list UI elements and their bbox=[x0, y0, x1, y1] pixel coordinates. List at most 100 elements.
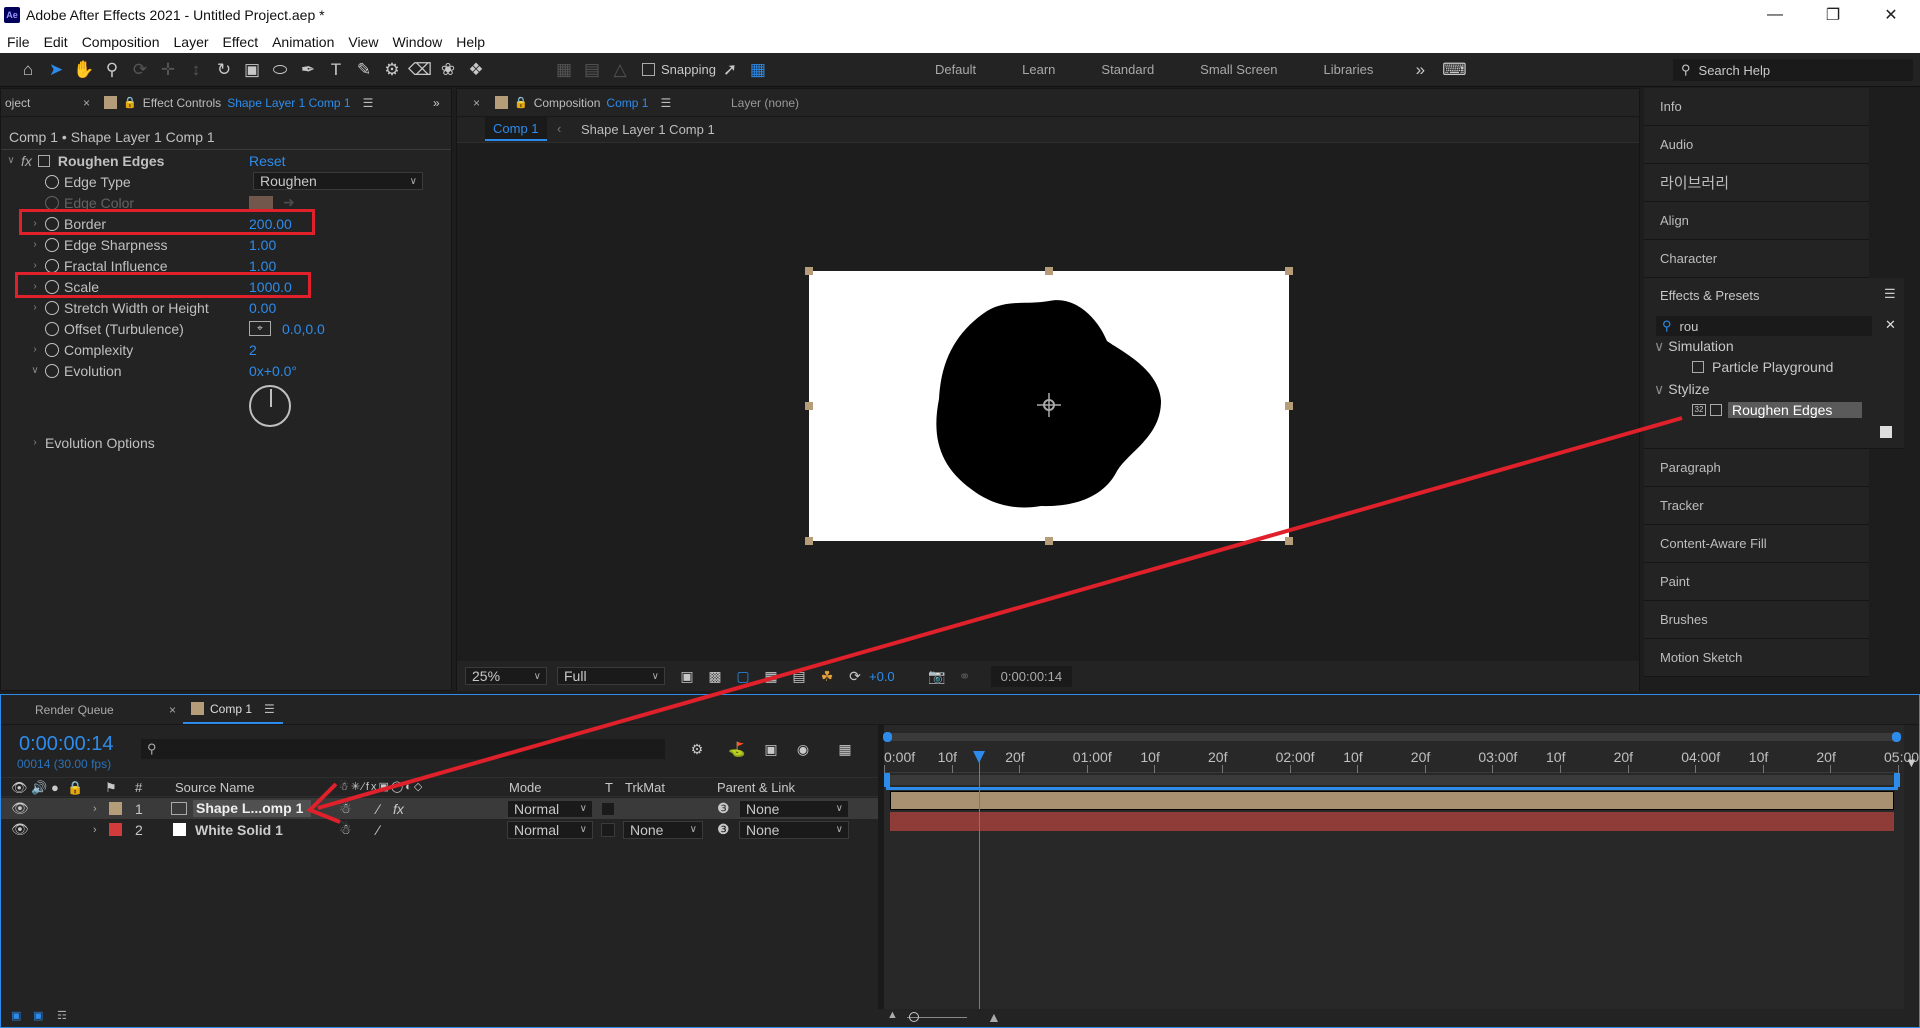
snapping-toggle[interactable]: Snapping bbox=[642, 62, 716, 77]
panel-menu-icon[interactable]: ☰ bbox=[1884, 286, 1896, 302]
restore-icon[interactable]: ❐ bbox=[1804, 0, 1862, 30]
breadcrumb-comp1[interactable]: Comp 1 bbox=[485, 117, 547, 141]
exposure-value[interactable]: +0.0 bbox=[869, 669, 895, 684]
project-tab[interactable]: oject bbox=[1, 96, 38, 110]
stopwatch-icon[interactable] bbox=[45, 258, 59, 273]
quality-icon[interactable]: ∕ bbox=[377, 822, 379, 838]
pen-tool-icon[interactable]: ✒ bbox=[294, 56, 322, 84]
close-tab-icon[interactable]: × bbox=[169, 703, 176, 717]
bounding-handle[interactable] bbox=[805, 267, 813, 275]
panel-libraries[interactable]: 라이브러리 bbox=[1644, 164, 1869, 202]
menu-animation[interactable]: Animation bbox=[265, 34, 341, 50]
snapshot-icon[interactable]: 📷 bbox=[923, 662, 951, 690]
color-swatch[interactable] bbox=[249, 196, 273, 209]
brush-tool-icon[interactable]: ✎ bbox=[350, 56, 378, 84]
puppet-pin-icon[interactable]: ❖ bbox=[462, 56, 490, 84]
bounding-handle[interactable] bbox=[805, 537, 813, 545]
zoom-out-icon[interactable]: ▲ bbox=[887, 1009, 898, 1021]
twirl-down-icon[interactable]: ∨ bbox=[1, 155, 21, 166]
pick-whip-icon[interactable]: ❸ bbox=[717, 821, 730, 838]
stretch-value[interactable]: 0.00 bbox=[249, 300, 276, 316]
panel-menu-icon[interactable]: ☰ bbox=[363, 96, 374, 110]
home-icon[interactable]: ⌂ bbox=[14, 56, 42, 84]
more-workspaces-icon[interactable]: » bbox=[1406, 56, 1434, 84]
panel-align[interactable]: Align bbox=[1644, 202, 1869, 240]
col-trkmat[interactable]: TrkMat bbox=[625, 780, 665, 795]
type-tool-icon[interactable]: T bbox=[322, 56, 350, 84]
evolution-dial[interactable] bbox=[249, 385, 291, 427]
visibility-eye-icon[interactable]: 👁 bbox=[11, 821, 29, 838]
panel-character[interactable]: Character bbox=[1644, 240, 1869, 278]
work-area-end[interactable] bbox=[1894, 773, 1900, 787]
edge-type-dropdown[interactable]: Roughen ∨ bbox=[253, 172, 423, 190]
col-parent-link[interactable]: Parent & Link bbox=[717, 780, 795, 795]
menu-help[interactable]: Help bbox=[449, 34, 492, 50]
layer-bar-2[interactable] bbox=[890, 812, 1894, 831]
preserve-transparency-toggle[interactable] bbox=[601, 822, 615, 837]
effect-controls-tab[interactable]: 🔒 Effect Controls Shape Layer 1 Comp 1 ☰ bbox=[96, 96, 381, 110]
panel-motion-sketch[interactable]: Motion Sketch bbox=[1644, 639, 1869, 677]
workspace-learn[interactable]: Learn bbox=[999, 62, 1078, 77]
color-channels-icon[interactable]: ☘ bbox=[813, 662, 841, 690]
effect-particle-playground[interactable]: Particle Playground bbox=[1692, 359, 1833, 375]
menu-window[interactable]: Window bbox=[385, 34, 449, 50]
timeline-timecode[interactable]: 0:00:00:14 bbox=[19, 733, 114, 756]
panel-menu-icon[interactable]: ☰ bbox=[660, 96, 671, 110]
search-help-field[interactable]: ⚲ Search Help bbox=[1673, 59, 1913, 81]
menu-effect[interactable]: Effect bbox=[216, 34, 266, 50]
effect-switch-icon[interactable]: fx bbox=[393, 801, 404, 817]
composition-tab[interactable]: 🔒 Composition Comp 1 ☰ bbox=[487, 96, 679, 110]
keyboard-icon[interactable]: ⌨ bbox=[1440, 56, 1468, 84]
visibility-eye-icon[interactable]: 👁 bbox=[11, 800, 29, 817]
panel-paragraph[interactable]: Paragraph bbox=[1644, 449, 1869, 487]
zoom-in-icon[interactable]: ▲ bbox=[987, 1009, 1001, 1025]
stopwatch-icon[interactable] bbox=[45, 300, 59, 315]
snapping-checkbox[interactable] bbox=[642, 63, 655, 76]
twirl-right-icon[interactable]: › bbox=[25, 260, 45, 271]
layer-switches-toggle-icon[interactable]: ▣ bbox=[11, 1009, 21, 1022]
layer-label-color[interactable] bbox=[109, 823, 122, 836]
bounding-handle[interactable] bbox=[1285, 267, 1293, 275]
bounding-handle[interactable] bbox=[805, 402, 813, 410]
reset-exposure-icon[interactable]: ⟳ bbox=[841, 662, 869, 690]
panel-content-aware-fill[interactable]: Content-Aware Fill bbox=[1644, 525, 1869, 563]
parent-dropdown[interactable]: None ∨ bbox=[739, 799, 849, 818]
mode-dropdown[interactable]: Normal ∨ bbox=[507, 820, 593, 839]
effects-search-field[interactable]: ⚲ rou bbox=[1656, 316, 1872, 336]
navigator-start-handle[interactable] bbox=[883, 732, 892, 742]
panel-brushes[interactable]: Brushes bbox=[1644, 601, 1869, 639]
twirl-right-icon[interactable]: › bbox=[25, 437, 45, 448]
reset-link[interactable]: Reset bbox=[249, 153, 286, 169]
zoom-tool-icon[interactable]: ⚲ bbox=[98, 56, 126, 84]
video-toggle-icon[interactable]: 👁 bbox=[11, 780, 28, 796]
transparency-grid-icon[interactable]: ▩ bbox=[701, 662, 729, 690]
workspace-small-screen[interactable]: Small Screen bbox=[1177, 62, 1300, 77]
grid-options-icon[interactable]: ▤ bbox=[785, 662, 813, 690]
pick-whip-icon[interactable]: ❸ bbox=[717, 800, 730, 817]
layer-bar-1[interactable] bbox=[890, 791, 1894, 810]
fx-icon[interactable]: fx bbox=[21, 153, 32, 169]
zoom-slider-thumb[interactable] bbox=[909, 1012, 919, 1022]
col-mode[interactable]: Mode bbox=[509, 780, 542, 795]
stopwatch-icon[interactable] bbox=[45, 195, 59, 210]
layer-tab[interactable]: Layer (none) bbox=[731, 96, 799, 110]
switches-icons[interactable]: ☃✳∕fx▣◯◐◇ bbox=[339, 780, 424, 793]
layer-name[interactable]: White Solid 1 bbox=[195, 822, 283, 838]
viewer-timecode[interactable]: 0:00:00:14 bbox=[990, 665, 1073, 687]
snap-target-icon[interactable]: ▦ bbox=[744, 56, 772, 84]
twirl-right-icon[interactable]: › bbox=[93, 803, 97, 815]
right-scrollbar[interactable] bbox=[1904, 88, 1912, 691]
twirl-right-icon[interactable]: › bbox=[25, 344, 45, 355]
menu-file[interactable]: File bbox=[0, 34, 37, 50]
selection-tool-icon[interactable]: ➤ bbox=[42, 56, 70, 84]
render-queue-tab[interactable]: Render Queue bbox=[35, 703, 114, 717]
layer-row-2[interactable]: 👁 › 2 White Solid 1 ☃ ∕ Normal ∨ None ∨ ❸ … bbox=[1, 819, 881, 840]
in-out-toggle-icon[interactable]: ☶ bbox=[57, 1009, 67, 1022]
layer-label-color[interactable] bbox=[109, 802, 122, 815]
workspace-default[interactable]: Default bbox=[912, 62, 999, 77]
bounding-handle[interactable] bbox=[1285, 537, 1293, 545]
expand-panels-icon[interactable]: » bbox=[433, 96, 440, 110]
timeline-search-field[interactable]: ⚲ bbox=[141, 739, 665, 759]
effect-roughen-edges[interactable]: 32 Roughen Edges bbox=[1692, 402, 1863, 418]
lock-icon[interactable]: 🔒 bbox=[123, 96, 137, 109]
